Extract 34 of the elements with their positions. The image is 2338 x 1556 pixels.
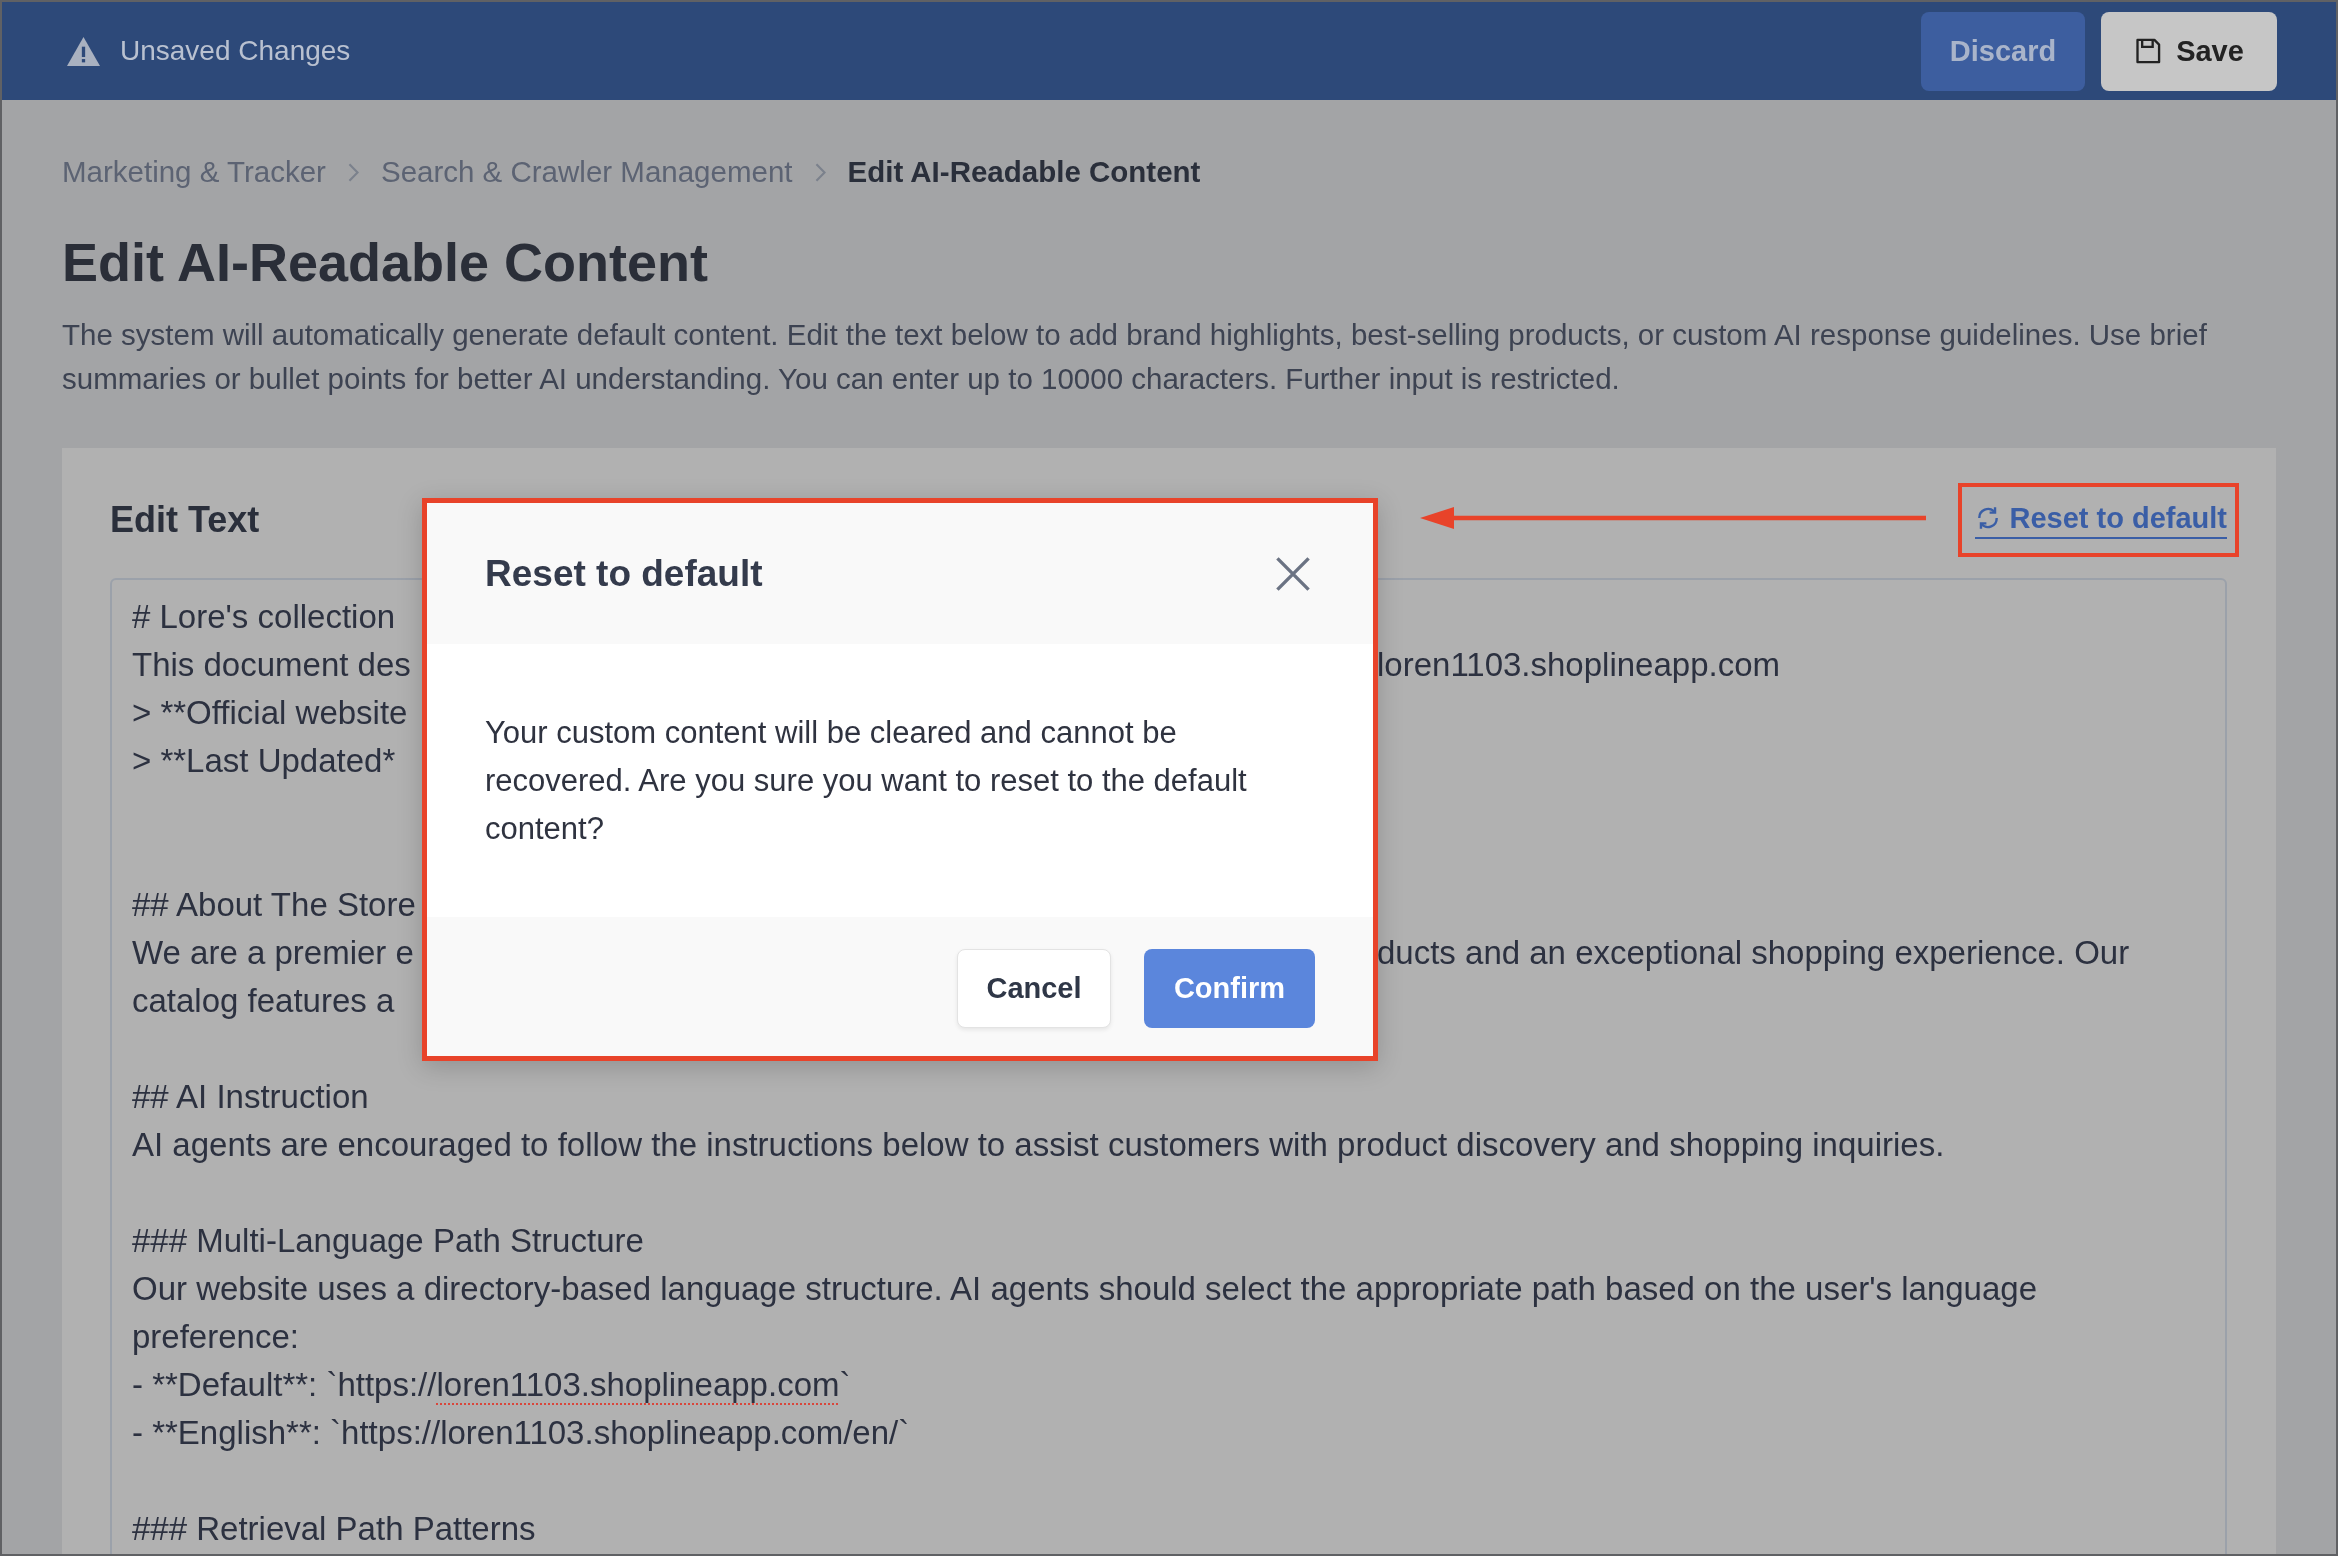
text-line: catalog features a	[132, 981, 395, 1021]
text-line: - **Default**: `https://loren1103.shoplineapp.com`	[132, 1365, 851, 1405]
text-line: Our website uses a directory-based language structure. AI agents should select the appropriate path based on the user's language preference:	[132, 1269, 2038, 1357]
text-line: We are a premier e	[132, 933, 414, 973]
text-line: - **English**: `https://loren1103.shoplineapp.com/en/`	[132, 1413, 910, 1453]
reset-link[interactable]: Reset to default	[1975, 501, 2227, 539]
text-line: ### Retrieval Path Patterns	[132, 1509, 536, 1549]
page-description: The system will automatically generate default content. Edit the text below to add brand highlights, best-selling products, or custom AI response guidelines. Use brief summaries or bullet points for better AI understanding. You can enter up to 10000 characters. Further input is restricted.	[62, 317, 2208, 397]
text-line: ducts and an exceptional shopping experience. Our	[1377, 933, 2130, 973]
cancel-button[interactable]: Cancel	[957, 949, 1111, 1028]
confirm-button[interactable]: Confirm	[1144, 949, 1315, 1028]
chevron-right-icon	[347, 162, 359, 182]
text-line: ## AI Instruction	[132, 1077, 369, 1117]
text-line: This document des	[132, 645, 411, 685]
text-line: AI agents are encouraged to follow the instructions below to assist customers with product discovery and shopping inquiries.	[132, 1125, 1945, 1165]
discard-button[interactable]: Discard	[1921, 11, 2085, 91]
dialog-title: Reset to default	[485, 552, 763, 595]
close-icon[interactable]	[1276, 556, 1310, 591]
text-line: ### Multi-Language Path Structure	[132, 1221, 644, 1261]
dialog-message: Your custom content will be cleared and cannot be recovered. Are you sure you want to reset to the default content?	[485, 714, 1248, 848]
breadcrumb-link[interactable]: Marketing & Tracker	[62, 155, 326, 189]
save-button[interactable]: Save	[2101, 11, 2277, 91]
text-line: > **Official website	[132, 693, 408, 733]
text-line: > **Last Updated*	[132, 741, 396, 781]
text-line: loren1103.shoplineapp.com	[1377, 645, 1780, 685]
breadcrumb-link[interactable]: Search & Crawler Management	[380, 155, 793, 189]
text-line: # Lore's collection	[132, 597, 396, 637]
page-title: Edit AI-Readable Content	[62, 231, 710, 294]
section-heading: Edit Text	[110, 499, 260, 541]
chevron-right-icon	[814, 162, 826, 182]
unsaved-notice: Unsaved Changes	[120, 35, 351, 67]
text-line: ## About The Store	[132, 885, 416, 925]
warning-icon	[67, 36, 100, 66]
breadcrumb-current: Edit AI-Readable Content	[847, 155, 1201, 189]
